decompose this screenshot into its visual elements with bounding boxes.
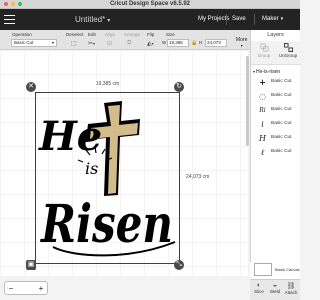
project-name[interactable]: Untitled* ▾ [75,15,110,24]
zoom-in-button[interactable]: + [35,284,47,293]
arrange-icon[interactable]: ⧉ [127,40,131,47]
chevron-down-icon: ▾ [280,16,284,22]
layer-row[interactable]: ℓ Basic Cut [253,146,299,159]
divider [226,14,227,25]
layer-group-he-is-risen[interactable]: ▾He-is-risen [253,69,280,75]
layers-bottom-toolbar: ◐ Slice ◒ Weld ⛓ Attach [250,279,300,300]
layer-thumbnail: ◌ [259,92,266,101]
layer-label: Basic Cut [271,135,292,140]
chevron-down-icon: ▾ [240,43,243,48]
layer-row[interactable]: H Basic Cut [253,132,299,145]
resize-handle-icon[interactable]: ⤡ [174,260,184,270]
edit-toolbar: Operation Basic Cut ▾ Deselect ⬚ Edit ✂▾ … [0,30,250,50]
layer-label: Basic Cut [271,93,292,98]
layer-row[interactable]: + Basic Cut [253,76,299,89]
lock-handle-icon[interactable]: ▣ [26,260,36,270]
group-icon [259,43,269,52]
chevron-down-icon: ▾ [253,69,256,74]
divider [254,14,255,25]
more-button[interactable]: More ▾ [236,37,247,48]
layer-thumbnail: ℓ [260,148,265,157]
chevron-down-icon: ▾ [51,40,54,45]
layer-row[interactable]: Ri Basic Cut [253,104,299,117]
layers-panel: Layers Group UnGroup ▾He-is-risen + Basi… [250,30,301,300]
arrange-label: Arrange [124,32,141,37]
attach-icon: ⛓ [286,283,296,290]
group-button[interactable]: Group [253,43,275,58]
slice-button[interactable]: ◐ Slice [251,282,267,294]
layer-label: Basic Cut [271,149,292,154]
window-title: Cricut Design Space v6.5.92 [109,1,191,7]
word-risen: Risen [39,194,173,255]
chevron-down-icon: ▾ [107,18,111,24]
flip-label: Flip [147,32,155,37]
machine-select[interactable]: Maker ▾ [262,16,283,22]
layer-row[interactable]: ◌ Basic Cut [253,90,299,103]
zoom-out-button[interactable]: − [5,284,17,293]
width-letter: W [162,40,167,45]
zoom-bar: − + [0,276,248,300]
layer-thumbnail: H [259,134,266,143]
align-label: Align [105,32,116,37]
weld-button[interactable]: ◒ Weld [267,282,283,294]
layer-thumbnail: Ri [259,107,266,114]
weld-icon: ◒ [272,282,278,289]
delete-handle-icon[interactable]: ✕ [26,82,36,92]
word-is: is [85,159,98,178]
slice-icon: ◐ [256,282,262,289]
attach-button[interactable]: ⛓ Attach [283,282,299,295]
ungroup-icon [283,43,293,52]
ungroup-button[interactable]: UnGroup [277,43,299,58]
blank-canvas-row[interactable]: Blank Canvas [250,262,300,279]
layer-thumbnail: i [261,120,264,129]
layer-label: Basic Cut [271,107,292,112]
my-projects-link[interactable]: My Projects [198,16,229,22]
deselect-icon[interactable]: ⬚ [71,40,77,47]
blank-canvas-swatch [254,263,272,276]
height-input[interactable]: 24,073 [205,39,227,47]
layer-label: Basic Cut [271,79,292,84]
deselect-label: Deselect [66,32,84,37]
align-icon[interactable]: ⊟ [107,40,112,47]
layers-title: Layers [267,32,284,38]
operation-label: Operation [12,32,32,37]
lock-icon[interactable]: 🔒 [191,40,197,46]
flip-icon[interactable]: ◭▾ [147,40,154,47]
layer-thumbnail: + [259,77,266,87]
operation-select[interactable]: Basic Cut ▾ [11,39,57,47]
layers-toolbar: Group UnGroup [251,41,301,65]
save-button[interactable]: Save [232,16,246,22]
height-letter: H [199,40,203,45]
word-he: He [38,113,102,160]
width-input[interactable]: 19,385 [167,39,189,47]
size-label: Size [166,32,175,37]
app-header: Untitled* ▾ My Projects Save Maker ▾ [0,9,300,30]
canvas-scrollbar[interactable] [246,56,249,146]
layer-row[interactable]: i Basic Cut [253,118,299,131]
hamburger-menu-icon[interactable] [4,15,15,24]
edit-label: Edit [88,32,96,37]
scissors-icon[interactable]: ✂▾ [88,40,95,47]
width-dimension: 19,385 cm [95,81,120,87]
zoom-control: − + [4,281,48,295]
blank-canvas-label: Blank Canvas [275,267,300,272]
window-titlebar: Cricut Design Space v6.5.92 [0,0,300,9]
height-dimension: 24,073 cm [186,174,210,180]
layer-label: Basic Cut [271,121,292,126]
he-is-risen-design[interactable]: He is Risen [35,92,180,264]
rotate-handle-icon[interactable]: ↻ [174,82,184,92]
